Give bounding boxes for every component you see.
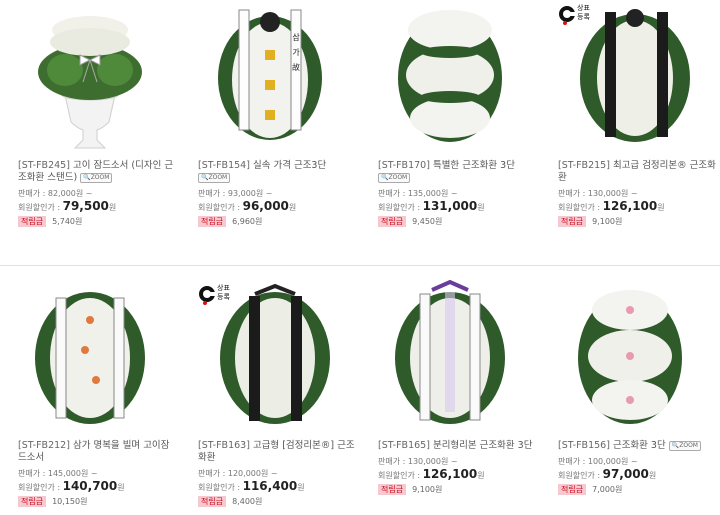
product-image[interactable] [10,280,170,430]
product-info: [ST-FB154] 실속 가격 근조3단 🔍ZOOM 판매가 : 93,000… [198,160,358,228]
sale-price: 97,000 [602,467,649,481]
product-title[interactable]: [ST-FB154] 실속 가격 근조3단 🔍ZOOM [198,160,358,184]
product-image[interactable]: 삼 가 故 [190,0,350,150]
sale-price: 79,500 [62,199,109,213]
product-title[interactable]: [ST-FB170] 특별한 근조화환 3단 🔍ZOOM [378,160,538,184]
product-title[interactable]: [ST-FB212] 삼가 명복을 빌며 고이잠드소서 [18,440,178,464]
sale-price: 126,100 [422,467,478,481]
svg-text:삼: 삼 [292,32,300,42]
product-image[interactable] [10,0,170,150]
point-badge: 적립금 [558,484,587,495]
point-badge: 적립금 [198,216,227,227]
product-title[interactable]: [ST-FB156] 근조화환 3단 🔍ZOOM [558,440,718,452]
product-info: [ST-FB163] 고급형 [검정리본®] 근조화환 판매가 : 120,00… [198,440,358,508]
product-image[interactable] [550,280,710,430]
product-info: [ST-FB212] 삼가 명복을 빌며 고이잠드소서 판매가 : 145,00… [18,440,178,508]
svg-text:가: 가 [292,48,300,57]
product-info: [ST-FB245] 고이 잠드소서 (디자인 근조화환 스탠드) 🔍ZOOM … [18,160,178,228]
product-info: [ST-FB170] 특별한 근조화환 3단 🔍ZOOM 판매가 : 135,0… [378,160,538,228]
sale-price: 131,000 [422,199,478,213]
product-title[interactable]: [ST-FB245] 고이 잠드소서 (디자인 근조화환 스탠드) 🔍ZOOM [18,160,178,184]
zoom-button[interactable]: 🔍ZOOM [80,172,113,183]
zoom-button[interactable]: 🔍ZOOM [198,172,231,183]
sale-price: 116,400 [242,479,298,493]
sale-price: 140,700 [62,479,118,493]
product-grid: [ST-FB245] 고이 잠드소서 (디자인 근조화환 스탠드) 🔍ZOOM … [0,0,720,515]
trademark-logo: 상표 등록 [198,284,232,310]
sale-price: 126,100 [602,199,658,213]
product-title[interactable]: [ST-FB165] 분리형리본 근조화환 3단 [378,440,538,452]
product-image[interactable] [370,280,530,430]
product-title[interactable]: [ST-FB163] 고급형 [검정리본®] 근조화환 [198,440,358,464]
sale-price: 96,000 [242,199,289,213]
product-image[interactable] [370,0,530,150]
point-badge: 적립금 [18,216,47,227]
svg-text:故: 故 [292,62,300,72]
zoom-button[interactable]: 🔍ZOOM [668,440,701,451]
trademark-logo: 상표 등록 [558,4,592,30]
point-badge: 적립금 [18,496,47,507]
point-badge: 적립금 [558,216,587,227]
point-badge: 적립금 [378,484,407,495]
zoom-button[interactable]: 🔍ZOOM [378,172,411,183]
product-title[interactable]: [ST-FB215] 최고급 검정리본® 근조화환 [558,160,718,184]
product-info: [ST-FB165] 분리형리본 근조화환 3단 판매가 : 130,000원 … [378,440,538,496]
point-badge: 적립금 [198,496,227,507]
product-info: [ST-FB215] 최고급 검정리본® 근조화환 판매가 : 130,000원… [558,160,718,228]
product-info: [ST-FB156] 근조화환 3단 🔍ZOOM 판매가 : 100,000원 … [558,440,718,496]
row-divider [0,265,720,266]
point-badge: 적립금 [378,216,407,227]
